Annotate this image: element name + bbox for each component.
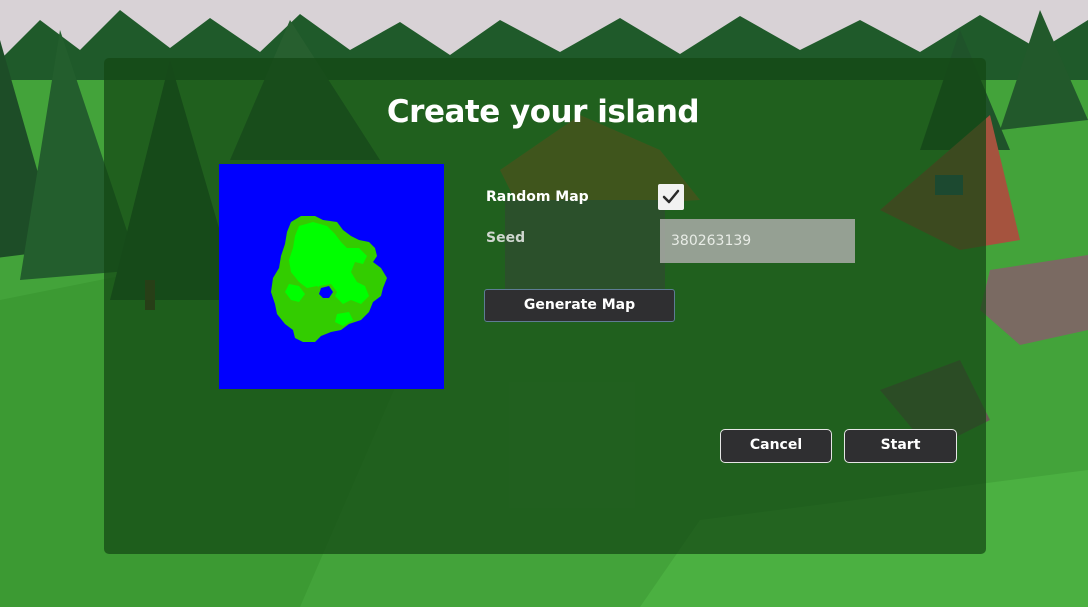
cancel-button[interactable]: Cancel bbox=[720, 429, 832, 463]
dialog-title: Create your island bbox=[386, 94, 700, 130]
random-map-checkbox[interactable] bbox=[658, 184, 684, 210]
checkmark-icon bbox=[662, 189, 680, 204]
generate-map-button[interactable]: Generate Map bbox=[484, 289, 675, 322]
island-map-preview bbox=[219, 164, 444, 389]
create-island-dialog: Create your island Random Map Seed Gener… bbox=[104, 58, 986, 554]
seed-input[interactable] bbox=[660, 219, 855, 263]
random-map-label: Random Map bbox=[486, 189, 589, 205]
seed-label: Seed bbox=[486, 230, 526, 246]
start-button[interactable]: Start bbox=[844, 429, 957, 463]
